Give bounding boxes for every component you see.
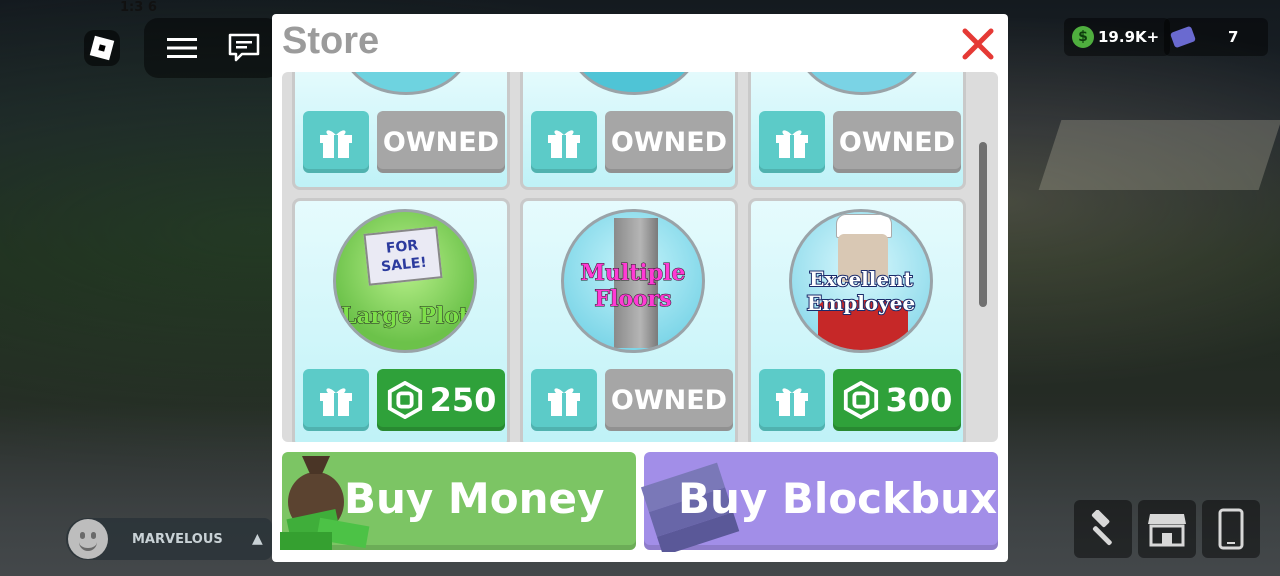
- shop-button[interactable]: [1138, 500, 1196, 558]
- clock-text: 1:3 6: [120, 0, 157, 15]
- store-scrollbar[interactable]: [979, 142, 987, 307]
- blockbux-display: 7: [1164, 18, 1268, 56]
- money-amount: 19.9K+: [1098, 28, 1160, 46]
- robux-icon: [387, 381, 422, 419]
- gift-icon: [320, 388, 352, 416]
- item-thumbnail: [569, 72, 699, 95]
- for-sale-sign: FOR SALE!: [363, 226, 443, 286]
- item-name: Large Plot: [340, 303, 470, 330]
- buy-money-button[interactable]: Buy Money: [280, 452, 636, 550]
- store-window: Store OWNED OWNED OWNED FOR SALE! Large …: [272, 14, 1008, 562]
- gift-icon: [320, 130, 352, 158]
- gift-icon: [548, 130, 580, 158]
- storefront-icon: [1148, 514, 1186, 547]
- item-thumbnail: Multiple Floors: [561, 209, 705, 353]
- gift-button[interactable]: [303, 369, 369, 431]
- hammer-icon: [1091, 510, 1112, 546]
- hamburger-menu-button[interactable]: [158, 22, 206, 74]
- store-item-card: OWNED: [748, 72, 966, 190]
- store-item-large-plot: FOR SALE! Large Plot 250: [292, 198, 510, 442]
- store-item-multiple-floors: Multiple Floors OWNED: [520, 198, 738, 442]
- store-item-card: OWNED: [292, 72, 510, 190]
- build-mode-button[interactable]: [1074, 500, 1132, 558]
- store-item-excellent-employee: Excellent Employee 300: [748, 198, 966, 442]
- gift-icon: [776, 130, 808, 158]
- price-text: 250: [429, 381, 497, 419]
- store-title: Store: [282, 20, 380, 62]
- item-thumbnail: [341, 72, 471, 95]
- gift-button[interactable]: [759, 369, 825, 431]
- roblox-logo-icon: [89, 35, 115, 61]
- money-display: $ 19.9K+: [1064, 18, 1170, 56]
- owned-label: OWNED: [605, 369, 733, 431]
- chevron-up-icon: ▲: [252, 531, 263, 547]
- item-thumbnail: FOR SALE! Large Plot: [333, 209, 477, 353]
- store-item-card: OWNED: [520, 72, 738, 190]
- phone-icon: [1218, 508, 1244, 550]
- mood-label: MARVELOUS: [132, 531, 223, 547]
- gift-button[interactable]: [531, 369, 597, 431]
- buy-large-plot-button[interactable]: 250: [377, 369, 505, 431]
- buy-money-label: Buy Money: [344, 474, 605, 523]
- blockbux-amount: 7: [1228, 28, 1239, 46]
- phone-button[interactable]: [1202, 500, 1260, 558]
- gift-button[interactable]: [759, 111, 825, 173]
- buy-blockbux-label: Buy Blockbux: [678, 474, 998, 523]
- price-text: 300: [885, 381, 953, 419]
- item-name: Multiple Floors: [580, 260, 686, 313]
- close-icon: [962, 28, 994, 60]
- chat-button[interactable]: [220, 22, 268, 74]
- buy-excellent-employee-button[interactable]: 300: [833, 369, 961, 431]
- robux-icon: [843, 381, 878, 419]
- buy-blockbux-button[interactable]: Buy Blockbux: [640, 452, 998, 552]
- background-house: [1038, 120, 1280, 190]
- gift-button[interactable]: [303, 111, 369, 173]
- blockbux-icon: [1169, 25, 1197, 49]
- item-thumbnail: Excellent Employee: [789, 209, 933, 353]
- store-item-grid[interactable]: OWNED OWNED OWNED FOR SALE! Large Plot 2…: [282, 72, 998, 442]
- roblox-menu-button[interactable]: [84, 30, 120, 66]
- gift-icon: [776, 388, 808, 416]
- close-button[interactable]: [958, 24, 998, 64]
- owned-label: OWNED: [605, 111, 733, 173]
- item-name: Excellent Employee: [806, 266, 916, 316]
- hamburger-icon: [167, 38, 197, 58]
- money-icon: $: [1072, 26, 1094, 48]
- gift-icon: [548, 388, 580, 416]
- smiley-face-icon: [68, 519, 108, 559]
- gift-button[interactable]: [531, 111, 597, 173]
- owned-label: OWNED: [377, 111, 505, 173]
- owned-label: OWNED: [833, 111, 961, 173]
- mood-indicator[interactable]: MARVELOUS ▲: [66, 518, 272, 560]
- chat-icon: [228, 33, 260, 62]
- item-thumbnail: [797, 72, 927, 95]
